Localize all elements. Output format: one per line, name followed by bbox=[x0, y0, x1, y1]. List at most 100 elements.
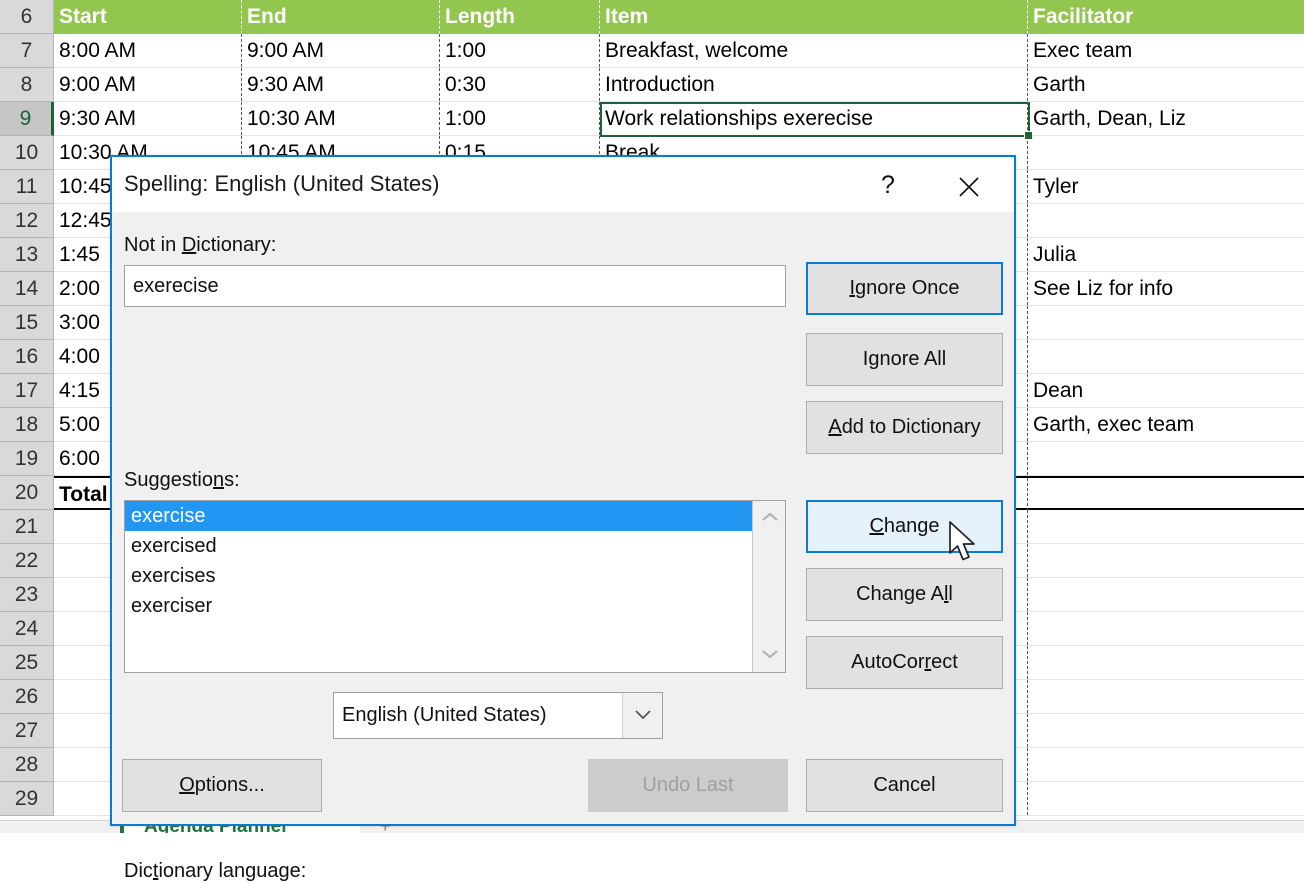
cell-facilitator[interactable] bbox=[1028, 136, 1304, 169]
cell-facilitator[interactable]: See Liz for info bbox=[1028, 272, 1304, 305]
close-icon[interactable] bbox=[946, 165, 992, 205]
row-header[interactable]: 9 bbox=[0, 102, 54, 136]
chevron-down-icon[interactable] bbox=[753, 640, 786, 670]
active-cell-outline bbox=[600, 102, 1030, 137]
row-header[interactable]: 18 bbox=[0, 408, 54, 442]
row-cells: 8:00 AM9:00 AM1:00Breakfast, welcomeExec… bbox=[54, 34, 1304, 68]
row-header[interactable]: 25 bbox=[0, 646, 54, 680]
row-header[interactable]: 20 bbox=[0, 476, 54, 510]
dictionary-language-select[interactable]: English (United States) bbox=[333, 692, 663, 739]
cancel-button[interactable]: Cancel bbox=[806, 759, 1003, 812]
fill-handle[interactable] bbox=[1024, 131, 1033, 140]
row-header[interactable]: 15 bbox=[0, 306, 54, 340]
cell-item[interactable]: Item bbox=[600, 0, 1028, 34]
row-header[interactable]: 21 bbox=[0, 510, 54, 544]
change-all-button[interactable]: Change All bbox=[806, 568, 1003, 621]
cell-facilitator[interactable] bbox=[1028, 510, 1304, 543]
cell-item[interactable]: Breakfast, welcome bbox=[600, 34, 1028, 67]
row-header[interactable]: 29 bbox=[0, 782, 54, 816]
not-in-dictionary-label: Not in Dictionary: bbox=[124, 234, 276, 257]
cell-facilitator[interactable] bbox=[1028, 306, 1304, 339]
cell-facilitator[interactable] bbox=[1028, 782, 1304, 815]
row-header[interactable]: 28 bbox=[0, 748, 54, 782]
cell-length[interactable]: 0:30 bbox=[440, 68, 600, 101]
cell-facilitator[interactable] bbox=[1028, 478, 1304, 511]
not-in-dictionary-input[interactable]: exerecise bbox=[124, 265, 786, 307]
cell-facilitator[interactable] bbox=[1028, 442, 1304, 475]
cell-length[interactable]: 1:00 bbox=[440, 102, 600, 135]
cell-start[interactable]: 9:00 AM bbox=[54, 68, 242, 101]
change-button[interactable]: Change bbox=[806, 500, 1003, 553]
table-row[interactable]: 78:00 AM9:00 AM1:00Breakfast, welcomeExe… bbox=[0, 34, 1304, 68]
suggestions-label: Suggestions: bbox=[124, 469, 240, 492]
cell-facilitator[interactable]: Dean bbox=[1028, 374, 1304, 407]
row-header[interactable]: 12 bbox=[0, 204, 54, 238]
list-item[interactable]: exercised bbox=[125, 531, 762, 561]
cell-start[interactable]: 9:30 AM bbox=[54, 102, 242, 135]
dialog-title: Spelling: English (United States) bbox=[124, 171, 440, 197]
row-header[interactable]: 23 bbox=[0, 578, 54, 612]
list-item[interactable]: exercise bbox=[125, 501, 762, 531]
dialog-title-bar[interactable]: Spelling: English (United States) ? bbox=[112, 157, 1014, 212]
cell-item[interactable]: Introduction bbox=[600, 68, 1028, 101]
row-header[interactable]: 22 bbox=[0, 544, 54, 578]
cell-end[interactable]: 9:30 AM bbox=[242, 68, 440, 101]
cell-length[interactable]: Length bbox=[440, 0, 600, 34]
table-row[interactable]: 89:00 AM9:30 AM0:30IntroductionGarth bbox=[0, 68, 1304, 102]
suggestions-scrollbar[interactable] bbox=[752, 501, 785, 672]
row-header[interactable]: 6 bbox=[0, 0, 54, 34]
row-cells: 9:00 AM9:30 AM0:30IntroductionGarth bbox=[54, 68, 1304, 102]
row-header[interactable]: 27 bbox=[0, 714, 54, 748]
cell-facilitator[interactable]: Julia bbox=[1028, 238, 1304, 271]
row-header[interactable]: 11 bbox=[0, 170, 54, 204]
dictionary-language-label: Dictionary language: bbox=[124, 860, 306, 883]
cell-facilitator[interactable] bbox=[1028, 612, 1304, 645]
cell-facilitator[interactable] bbox=[1028, 578, 1304, 611]
cell-facilitator[interactable] bbox=[1028, 680, 1304, 713]
chevron-up-icon[interactable] bbox=[753, 503, 786, 533]
row-header[interactable]: 16 bbox=[0, 340, 54, 374]
dictionary-language-value: English (United States) bbox=[342, 693, 547, 738]
undo-last-button: Undo Last bbox=[588, 759, 788, 812]
cell-facilitator[interactable] bbox=[1028, 646, 1304, 679]
row-header[interactable]: 8 bbox=[0, 68, 54, 102]
options-button[interactable]: Options... bbox=[122, 759, 322, 812]
cell-facilitator[interactable] bbox=[1028, 340, 1304, 373]
row-header[interactable]: 26 bbox=[0, 680, 54, 714]
cell-facilitator[interactable] bbox=[1028, 748, 1304, 781]
add-to-dictionary-button[interactable]: Add to Dictionary bbox=[806, 401, 1003, 454]
cell-facilitator[interactable]: Garth, exec team bbox=[1028, 408, 1304, 441]
cell-facilitator[interactable] bbox=[1028, 544, 1304, 577]
row-header[interactable]: 7 bbox=[0, 34, 54, 68]
row-header[interactable]: 13 bbox=[0, 238, 54, 272]
table-row[interactable]: 6StartEndLengthItemFacilitator bbox=[0, 0, 1304, 34]
autocorrect-button[interactable]: AutoCorrect bbox=[806, 636, 1003, 689]
list-item[interactable]: exerciser bbox=[125, 591, 762, 621]
help-icon[interactable]: ? bbox=[867, 165, 909, 205]
cell-end[interactable]: 9:00 AM bbox=[242, 34, 440, 67]
list-item[interactable]: exercises bbox=[125, 561, 762, 591]
cell-end[interactable]: End bbox=[242, 0, 440, 34]
cell-facilitator[interactable]: Facilitator bbox=[1028, 0, 1304, 34]
cell-facilitator[interactable] bbox=[1028, 714, 1304, 747]
row-cells: StartEndLengthItemFacilitator bbox=[54, 0, 1304, 34]
cell-end[interactable]: 10:30 AM bbox=[242, 102, 440, 135]
cell-facilitator[interactable]: Garth bbox=[1028, 68, 1304, 101]
ignore-all-button[interactable]: Ignore All bbox=[806, 333, 1003, 386]
row-header[interactable]: 14 bbox=[0, 272, 54, 306]
ignore-once-button[interactable]: Ignore Once bbox=[806, 262, 1003, 315]
cell-facilitator[interactable]: Garth, Dean, Liz bbox=[1028, 102, 1304, 135]
spelling-dialog: Spelling: English (United States) ? Not … bbox=[110, 155, 1016, 826]
row-header[interactable]: 17 bbox=[0, 374, 54, 408]
cell-start[interactable]: 8:00 AM bbox=[54, 34, 242, 67]
cell-start[interactable]: Start bbox=[54, 0, 242, 34]
cell-facilitator[interactable]: Exec team bbox=[1028, 34, 1304, 67]
cell-length[interactable]: 1:00 bbox=[440, 34, 600, 67]
row-header[interactable]: 10 bbox=[0, 136, 54, 170]
suggestions-listbox[interactable]: exercise exercised exercises exerciser bbox=[124, 500, 786, 673]
cell-facilitator[interactable] bbox=[1028, 204, 1304, 237]
row-header[interactable]: 19 bbox=[0, 442, 54, 476]
cell-facilitator[interactable]: Tyler bbox=[1028, 170, 1304, 203]
row-header[interactable]: 24 bbox=[0, 612, 54, 646]
chevron-down-icon[interactable] bbox=[622, 693, 662, 738]
